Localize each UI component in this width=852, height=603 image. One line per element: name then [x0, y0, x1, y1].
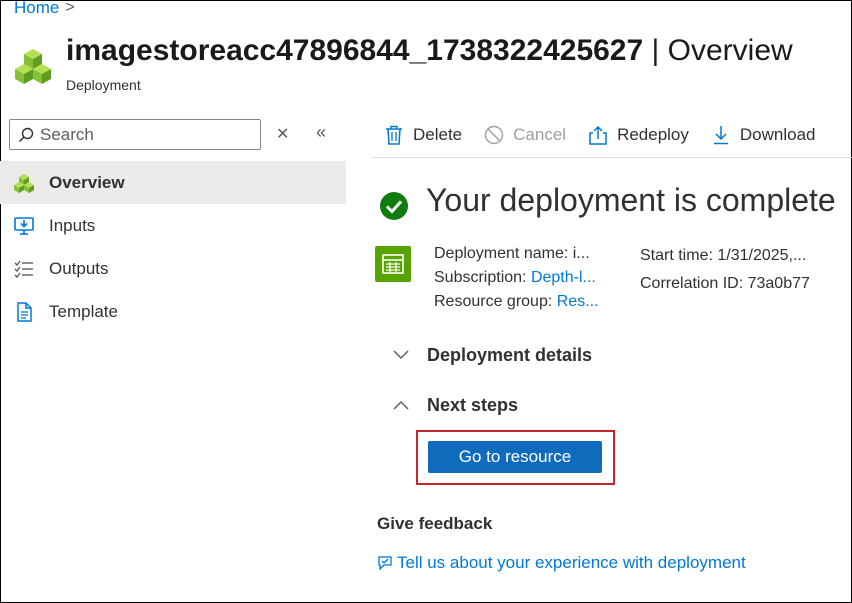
subscription-row: Subscription: Depth-l...: [434, 266, 599, 290]
download-icon: [711, 125, 731, 145]
resource-group-label: Resource group:: [434, 293, 553, 310]
delete-label: Delete: [413, 125, 463, 144]
start-time-value: 1/31/2025,...: [717, 247, 807, 264]
cubes-icon: [13, 172, 35, 194]
sidebar-item-template[interactable]: Template: [0, 290, 346, 333]
inputs-icon: [13, 215, 35, 237]
sidebar-item-outputs[interactable]: Outputs: [0, 247, 346, 290]
go-to-resource-button[interactable]: Go to resource: [428, 441, 602, 473]
search-input[interactable]: [40, 124, 240, 145]
correlation-id-label: Correlation ID:: [640, 275, 744, 292]
feedback-link-label: Tell us about your experience with deplo…: [397, 553, 746, 572]
template-icon: [13, 301, 35, 323]
status-title: Your deployment is complete: [426, 182, 836, 218]
sidebar-item-label: Overview: [49, 172, 125, 192]
sidebar-search[interactable]: [9, 119, 261, 150]
cubes-icon: [15, 49, 51, 84]
toolbar-divider: [372, 157, 852, 158]
download-label: Download: [739, 125, 816, 144]
cancel-icon: [484, 125, 504, 145]
correlation-id-row: Correlation ID: 73a0b77: [640, 270, 810, 298]
subscription-label: Subscription:: [434, 269, 527, 286]
resource-group-link[interactable]: Res...: [557, 293, 599, 310]
sidebar-nav: Overview Inputs Outputs Template: [0, 161, 346, 333]
feedback-link[interactable]: Tell us about your experience with deplo…: [377, 553, 746, 573]
deployment-details-label: Deployment details: [427, 345, 593, 365]
deployment-details-toggle[interactable]: Deployment details: [393, 345, 592, 366]
deployment-name-row: Deployment name: i...: [434, 242, 599, 266]
page-title: imagestoreacc47896844_1738322425627 | Ov…: [66, 34, 793, 68]
feedback-icon: [378, 556, 392, 571]
command-bar: Delete Cancel Redeploy Download: [384, 120, 838, 150]
collapse-sidebar-icon[interactable]: «: [316, 122, 326, 143]
deployment-info: Deployment name: i... Subscription: Dept…: [434, 242, 599, 314]
sidebar-item-label: Outputs: [49, 258, 109, 278]
resource-name: imagestoreacc47896844_1738322425627: [66, 34, 644, 67]
chevron-down-icon: [393, 347, 411, 365]
upload-icon: [588, 125, 608, 145]
delete-button[interactable]: Delete: [384, 125, 462, 145]
page-section: | Overview: [651, 34, 793, 67]
redeploy-button[interactable]: Redeploy: [588, 125, 689, 145]
deployment-name-label: Deployment name:: [434, 245, 569, 262]
download-button[interactable]: Download: [711, 125, 816, 145]
next-steps-toggle[interactable]: Next steps: [393, 395, 518, 416]
check-circle-icon: [380, 192, 408, 220]
start-time-row: Start time: 1/31/2025,...: [640, 242, 810, 270]
sidebar-item-label: Template: [49, 301, 118, 321]
deployment-name-value: i...: [572, 245, 590, 262]
deployment-timing-info: Start time: 1/31/2025,... Correlation ID…: [640, 242, 810, 298]
cancel-button[interactable]: Cancel: [484, 125, 566, 145]
breadcrumb-separator: >: [65, 0, 75, 16]
sidebar-item-overview[interactable]: Overview: [0, 161, 346, 204]
sidebar-item-label: Inputs: [49, 215, 96, 235]
correlation-id-value: 73a0b77: [747, 275, 810, 292]
start-time-label: Start time:: [640, 247, 713, 264]
breadcrumb: Home >: [14, 0, 75, 18]
outputs-icon: [13, 258, 35, 280]
cancel-label: Cancel: [513, 125, 567, 144]
page-subtitle: Deployment: [66, 77, 141, 93]
search-icon: [18, 127, 34, 142]
subscription-link[interactable]: Depth-l...: [531, 269, 596, 286]
clear-search-icon[interactable]: ✕: [276, 124, 289, 144]
redeploy-label: Redeploy: [617, 125, 689, 144]
trash-icon: [384, 125, 404, 145]
next-steps-label: Next steps: [427, 395, 519, 415]
sidebar-item-inputs[interactable]: Inputs: [0, 204, 346, 247]
resource-group-row: Resource group: Res...: [434, 290, 599, 314]
breadcrumb-home-link[interactable]: Home: [14, 0, 59, 18]
feedback-heading: Give feedback: [377, 514, 493, 533]
deployment-tile-icon: [375, 246, 411, 282]
chevron-up-icon: [393, 397, 411, 415]
